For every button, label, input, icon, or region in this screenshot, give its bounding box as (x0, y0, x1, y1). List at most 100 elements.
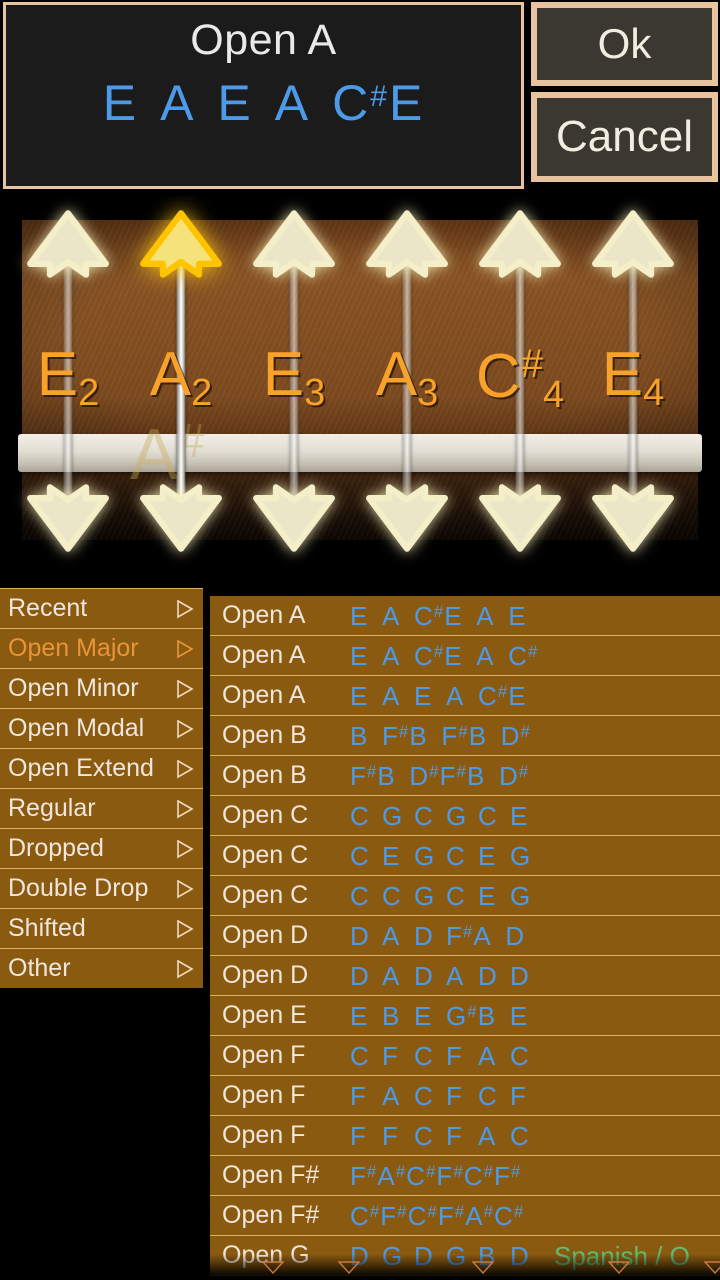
string-peg-6[interactable]: E4 (573, 196, 693, 570)
tune-up-arrow-icon[interactable] (362, 208, 452, 298)
tune-down-arrow-icon[interactable] (136, 464, 226, 554)
tuning-note: A (382, 960, 401, 991)
sidebar-item-label: Open Major (8, 634, 139, 662)
tuning-row-notes: DADADD (350, 963, 532, 989)
sidebar-item-other[interactable]: Other (0, 948, 203, 988)
tuning-row[interactable]: Open F# F#A#C#F#C#F# (210, 1156, 720, 1196)
tune-down-arrow-icon[interactable] (249, 464, 339, 554)
tuning-note: A# (465, 1200, 495, 1231)
tuning-row-name: Open F (222, 1081, 306, 1109)
tuner-fretboard-area[interactable]: A# E2 A2 E3 A3 C#4 E4 (0, 196, 720, 570)
tune-down-arrow-icon[interactable] (475, 464, 565, 554)
string-note-label: E2 (36, 340, 100, 414)
ok-button[interactable]: Ok (531, 2, 718, 86)
tuning-note: G (382, 1240, 404, 1271)
tuning-note: E (444, 600, 463, 631)
tuning-note: E (508, 680, 527, 711)
tuning-note: C# (406, 1160, 437, 1191)
tuning-row[interactable]: Open CCCGCEG (210, 876, 720, 916)
tuning-row[interactable]: Open DDADADD (210, 956, 720, 996)
tune-up-arrow-icon[interactable] (136, 208, 226, 298)
tuning-row[interactable]: Open FFACFCF (210, 1076, 720, 1116)
tuning-row[interactable]: Open FFFCFAC (210, 1116, 720, 1156)
tuning-row-name: Open A (222, 641, 306, 669)
tuning-row[interactable]: Open D D A D F#A D (210, 916, 720, 956)
tuning-note: F (510, 1080, 527, 1111)
tuning-row-notes: F#A#C#F#C#F# (350, 1163, 521, 1189)
tune-up-arrow-icon[interactable] (23, 208, 113, 298)
tuning-row[interactable]: Open G D G D G B D Spanish / O (210, 1236, 720, 1276)
tune-up-arrow-icon[interactable] (249, 208, 339, 298)
chevron-right-icon (173, 638, 195, 660)
tuning-row[interactable]: Open A E A C#E A E (210, 596, 720, 636)
tuning-row-name: Open G (222, 1241, 310, 1269)
tuning-row[interactable]: Open CCGCGCE (210, 796, 720, 836)
tuning-row-name: Open C (222, 801, 309, 829)
tuning-note: F (350, 1120, 367, 1151)
tuning-note: E (350, 600, 369, 631)
sidebar-item-label: Open Extend (8, 754, 154, 782)
tune-down-arrow-icon[interactable] (588, 464, 678, 554)
tuning-note: C (350, 1040, 370, 1071)
tuning-note: C (350, 880, 370, 911)
tuning-row-notes: CFCFAC (350, 1043, 532, 1069)
tuning-row-name: Open C (222, 881, 309, 909)
string-peg-4[interactable]: A3 (347, 196, 467, 570)
cancel-button[interactable]: Cancel (531, 92, 718, 182)
tuning-note: D (350, 1240, 370, 1271)
tuning-note: E (478, 840, 497, 871)
tuning-note: E (350, 680, 369, 711)
string-peg-3[interactable]: E3 (234, 196, 354, 570)
sidebar-item-open-extend[interactable]: Open Extend (0, 748, 203, 788)
tuning-note: D# (498, 760, 530, 791)
cancel-button-label: Cancel (537, 98, 712, 176)
tune-up-arrow-icon[interactable] (588, 208, 678, 298)
tuning-row-notes: E B E G#B E (350, 1003, 532, 1029)
tuning-note: F# (350, 1160, 378, 1191)
sidebar-item-open-minor[interactable]: Open Minor (0, 668, 203, 708)
sidebar-item-double-drop[interactable]: Double Drop (0, 868, 203, 908)
tune-down-arrow-icon[interactable] (23, 464, 113, 554)
tuning-note: C (414, 800, 434, 831)
tuning-row[interactable]: Open FCFCFAC (210, 1036, 720, 1076)
sidebar-item-open-modal[interactable]: Open Modal (0, 708, 203, 748)
tuning-row[interactable]: Open E E B E G#B E (210, 996, 720, 1036)
tuning-note: E (414, 680, 433, 711)
tuning-note: G (446, 800, 468, 831)
tuning-note: F (446, 1120, 463, 1151)
string-peg-1[interactable]: E2 (8, 196, 128, 570)
tuning-note: E (508, 600, 527, 631)
string-peg-5[interactable]: C#4 (460, 196, 580, 570)
tuning-row[interactable]: Open A E A E A C#E (210, 676, 720, 716)
tuning-note: A (478, 1040, 497, 1071)
category-sidebar: Recent Open Major Open Minor Open Modal Open… (0, 588, 203, 988)
sidebar-item-recent[interactable]: Recent (0, 588, 203, 628)
sidebar-item-shifted[interactable]: Shifted (0, 908, 203, 948)
tuning-row[interactable]: Open CCEGCEG (210, 836, 720, 876)
tuning-row[interactable]: Open B F#B D#F#B D# (210, 756, 720, 796)
sidebar-item-open-major[interactable]: Open Major (0, 628, 203, 668)
tuning-row-notes: C#F#C#F#A#C# (350, 1203, 524, 1229)
current-tuning-panel[interactable]: Open A E A E A C#E (3, 2, 524, 189)
sidebar-item-label: Dropped (8, 834, 104, 862)
string-note-label: E4 (601, 340, 665, 414)
tuning-note: C (350, 800, 370, 831)
tuning-row[interactable]: Open B B F#B F#B D# (210, 716, 720, 756)
tuning-row[interactable]: Open A E A C#E A C# (210, 636, 720, 676)
tune-down-arrow-icon[interactable] (362, 464, 452, 554)
tuning-row-notes: F#B D#F#B D# (350, 763, 529, 789)
tuning-row-notes: CEGCEG (350, 843, 532, 869)
tuning-note: C# (478, 680, 509, 711)
tuning-note: C (478, 1080, 498, 1111)
tuning-note: F# (437, 1200, 466, 1231)
chevron-right-icon (173, 878, 195, 900)
tuning-note: F# (446, 920, 474, 951)
string-peg-2[interactable]: A2 (121, 196, 241, 570)
tuning-row[interactable]: Open F# C#F#C#F#A#C# (210, 1196, 720, 1236)
tuning-note: G (446, 1240, 468, 1271)
sidebar-item-regular[interactable]: Regular (0, 788, 203, 828)
tune-up-arrow-icon[interactable] (475, 208, 565, 298)
sidebar-item-dropped[interactable]: Dropped (0, 828, 203, 868)
tuning-list[interactable]: Open A E A C#E A E Open A E A C#E A C# Open A E A E A C#E… (210, 596, 720, 1280)
tuning-note: E (414, 1000, 433, 1031)
